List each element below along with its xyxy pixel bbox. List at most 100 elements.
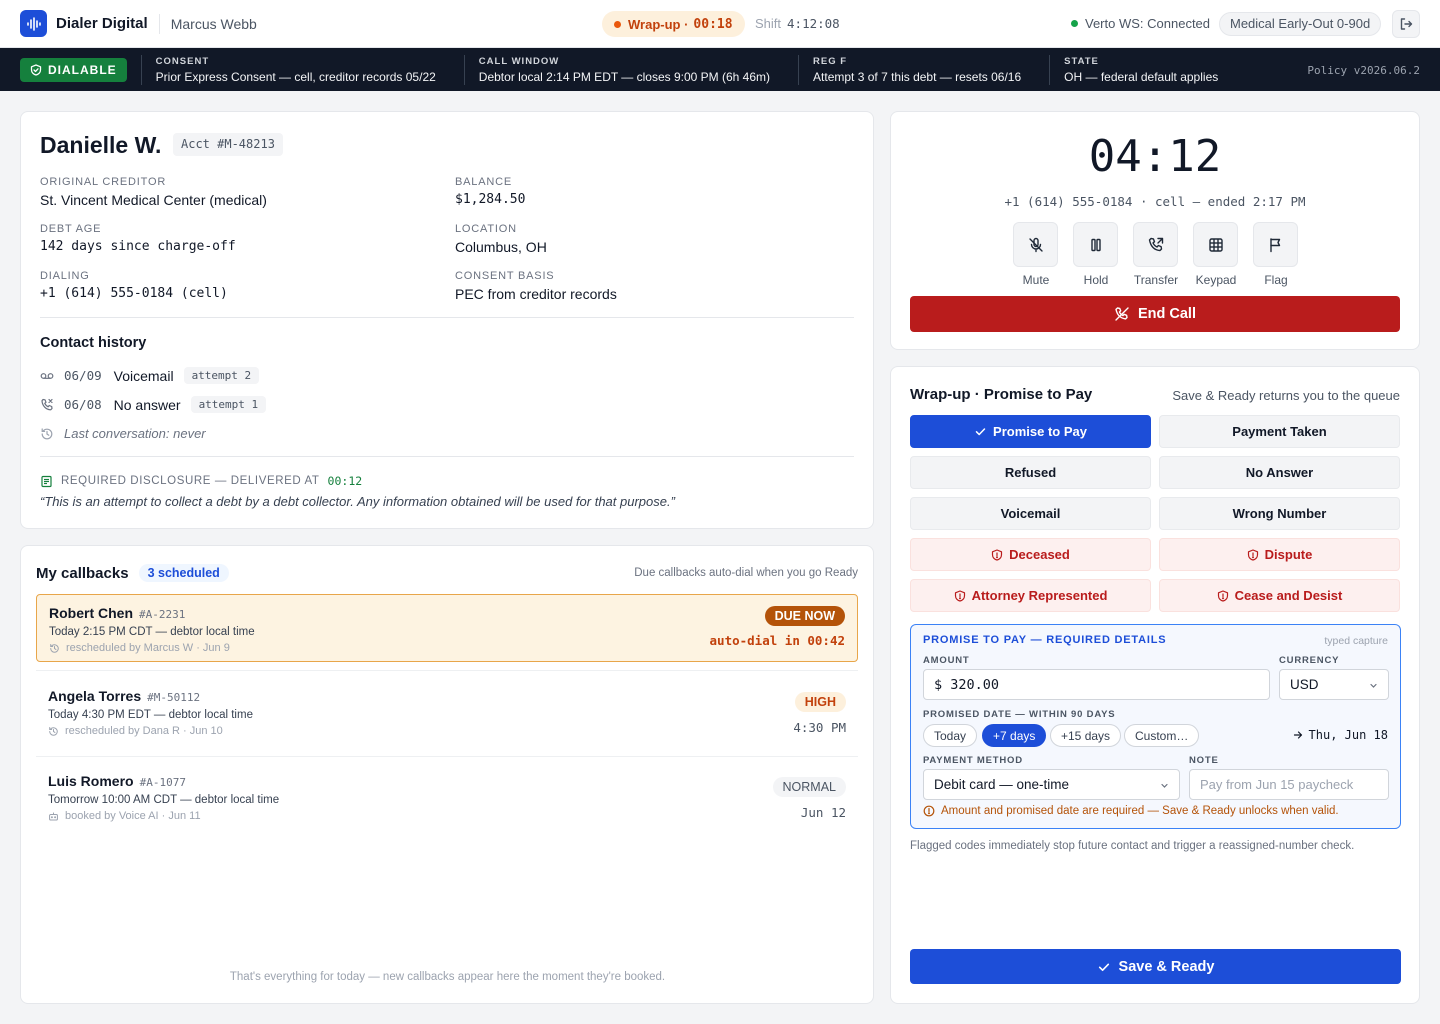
- method-label: PAYMENT METHOD: [923, 755, 1023, 766]
- shift-label: Shift: [755, 16, 782, 31]
- callback-meta-text: rescheduled by Dana R · Jun 10: [65, 725, 223, 737]
- dispo-no-answer[interactable]: No Answer: [1159, 456, 1400, 489]
- check-icon: [1098, 963, 1109, 971]
- shield-alert-icon: [1247, 548, 1258, 561]
- validation-error: Amount and promised date are required — …: [923, 805, 1339, 817]
- field-label: BALANCE: [455, 176, 512, 188]
- history-icon: [49, 726, 58, 736]
- keypad-control[interactable]: Keypad: [1193, 222, 1239, 287]
- dispo-voicemail[interactable]: Voicemail: [910, 497, 1151, 530]
- dispo-wrong-number[interactable]: Wrong Number: [1159, 497, 1400, 530]
- amount-input[interactable]: $ 320.00: [923, 669, 1270, 700]
- keypad-label: Keypad: [1195, 273, 1237, 287]
- divider: [40, 456, 854, 457]
- save-ready-button[interactable]: Save & Ready: [910, 949, 1401, 984]
- currency-label: CURRENCY: [1279, 655, 1340, 666]
- resolved-date-text: Thu, Jun 18: [1308, 728, 1388, 742]
- transfer-control[interactable]: Transfer: [1133, 222, 1179, 287]
- date-chip-custom[interactable]: Custom…: [1124, 724, 1200, 747]
- connection-dot: [1071, 20, 1078, 27]
- shield-alert-icon: [954, 589, 965, 602]
- field-label: CONSENT BASIS: [455, 270, 555, 282]
- date-chip-15-days[interactable]: +15 days: [1050, 724, 1122, 747]
- date-chip-today[interactable]: Today: [923, 724, 978, 747]
- disclosure-text: “This is an attempt to collect a debt by…: [40, 494, 675, 509]
- field-label: LOCATION: [455, 223, 517, 235]
- save-ready-label: Save & Ready: [1118, 958, 1215, 975]
- priority-badge: NORMAL: [772, 777, 846, 797]
- dispo-label: Wrong Number: [1232, 506, 1327, 521]
- keypad-icon: [1208, 237, 1223, 252]
- callbacks-card: My callbacks 3 scheduled Due callbacks a…: [20, 545, 874, 1004]
- priority-badge: DUE NOW: [764, 606, 845, 626]
- shield-check-icon: [30, 63, 42, 76]
- mute-label: Mute: [1022, 273, 1050, 287]
- dispo-cease-and-desist[interactable]: Cease and Desist: [1159, 579, 1400, 612]
- field-location: LOCATION Columbus, OH: [455, 223, 547, 255]
- last-conversation-text: Last conversation: never: [64, 426, 206, 441]
- dispo-payment-taken[interactable]: Payment Taken: [1159, 415, 1400, 448]
- mute-button[interactable]: [1013, 222, 1058, 267]
- callback-item-due[interactable]: Robert Chen #A-2231 Today 2:15 PM CDT — d…: [36, 594, 858, 662]
- dialable-label: DIALABLE: [48, 62, 117, 77]
- transfer-button[interactable]: [1133, 222, 1178, 267]
- mute-control[interactable]: Mute: [1013, 222, 1059, 287]
- chevron-down-icon: [1370, 683, 1377, 688]
- callback-item[interactable]: Luis Romero #A-1077 Tomorrow 10:00 AM CDT…: [36, 763, 858, 833]
- dispo-refused[interactable]: Refused: [910, 456, 1151, 489]
- field-dialing: DIALING +1 (614) 555-0184 (cell): [40, 270, 228, 301]
- voicemail-icon: [40, 372, 54, 379]
- call-line-info: +1 (614) 555-0184 · cell — ended 2:17 PM: [1004, 194, 1306, 209]
- hold-control[interactable]: Hold: [1073, 222, 1119, 287]
- arrow-right-icon: [1293, 731, 1302, 739]
- resolved-date: Thu, Jun 18: [1293, 728, 1388, 742]
- agent-name: Marcus Webb: [158, 13, 257, 34]
- divider: [36, 756, 858, 757]
- dispo-label: Voicemail: [1000, 506, 1061, 521]
- callback-item[interactable]: Angela Torres #M-50112 Today 4:30 PM EDT …: [36, 678, 858, 748]
- field-value: $1,284.50: [455, 192, 526, 207]
- consent-key: CONSENT: [155, 55, 210, 67]
- disclosure-header: REQUIRED DISCLOSURE — DELIVERED AT 00:12: [40, 474, 362, 488]
- logout-button[interactable]: [1392, 10, 1420, 38]
- history-icon: [41, 427, 53, 439]
- dispo-attorney-represented[interactable]: Attorney Represented: [910, 579, 1151, 612]
- callback-meta-text: rescheduled by Marcus W · Jun 9: [66, 642, 230, 654]
- field-value: 142 days since charge-off: [40, 239, 236, 254]
- date-chip-7-days[interactable]: +7 days: [982, 724, 1047, 747]
- last-conversation: Last conversation: never: [40, 426, 206, 441]
- keypad-button[interactable]: [1193, 222, 1238, 267]
- dispo-deceased[interactable]: Deceased: [910, 538, 1151, 571]
- ptp-typed-note: typed capture: [1324, 635, 1388, 647]
- reg-f-key: REG F: [813, 55, 848, 67]
- dispo-label: Deceased: [1009, 547, 1070, 562]
- flag-control[interactable]: Flag: [1253, 222, 1299, 287]
- end-call-button[interactable]: End Call: [910, 296, 1400, 332]
- currency-select[interactable]: USD: [1279, 669, 1389, 700]
- history-type: No answer: [113, 396, 181, 413]
- contact-history-title: Contact history: [40, 335, 147, 351]
- payment-method-value: Debit card — one-time: [934, 777, 1070, 792]
- phone-missed-icon: [41, 398, 53, 410]
- reg-f-value: Attempt 3 of 7 this debt — resets 06/16: [813, 69, 1022, 84]
- flag-button[interactable]: [1253, 222, 1298, 267]
- dispo-label: No Answer: [1245, 465, 1314, 480]
- payment-method-select[interactable]: Debit card — one-time: [923, 769, 1180, 800]
- note-input[interactable]: Pay from Jun 15 paycheck: [1189, 769, 1389, 800]
- policy-chip[interactable]: Medical Early-Out 0-90d: [1219, 12, 1382, 36]
- callback-name-text: Angela Torres: [48, 688, 142, 704]
- history-attempt: attempt 2: [183, 367, 260, 384]
- callback-time: Tomorrow 10:00 AM CDT — debtor local tim…: [48, 794, 280, 806]
- hold-button[interactable]: [1073, 222, 1118, 267]
- shield-alert-icon: [1217, 589, 1228, 602]
- shift-time: 4:12:08: [787, 16, 840, 31]
- dispo-promise-to-pay[interactable]: Promise to Pay: [910, 415, 1151, 448]
- dialable-badge: DIALABLE: [20, 57, 127, 82]
- flag-note: Flagged codes immediately stop future co…: [910, 840, 1355, 852]
- dispo-dispute[interactable]: Dispute: [1159, 538, 1400, 571]
- field-label: DEBT AGE: [40, 223, 102, 235]
- field-original-creditor: ORIGINAL CREDITOR St. Vincent Medical Ce…: [40, 176, 267, 208]
- shift-timer: Shift 4:12:08: [755, 16, 840, 31]
- scroll-icon: [41, 475, 52, 487]
- pause-icon: [1090, 238, 1101, 251]
